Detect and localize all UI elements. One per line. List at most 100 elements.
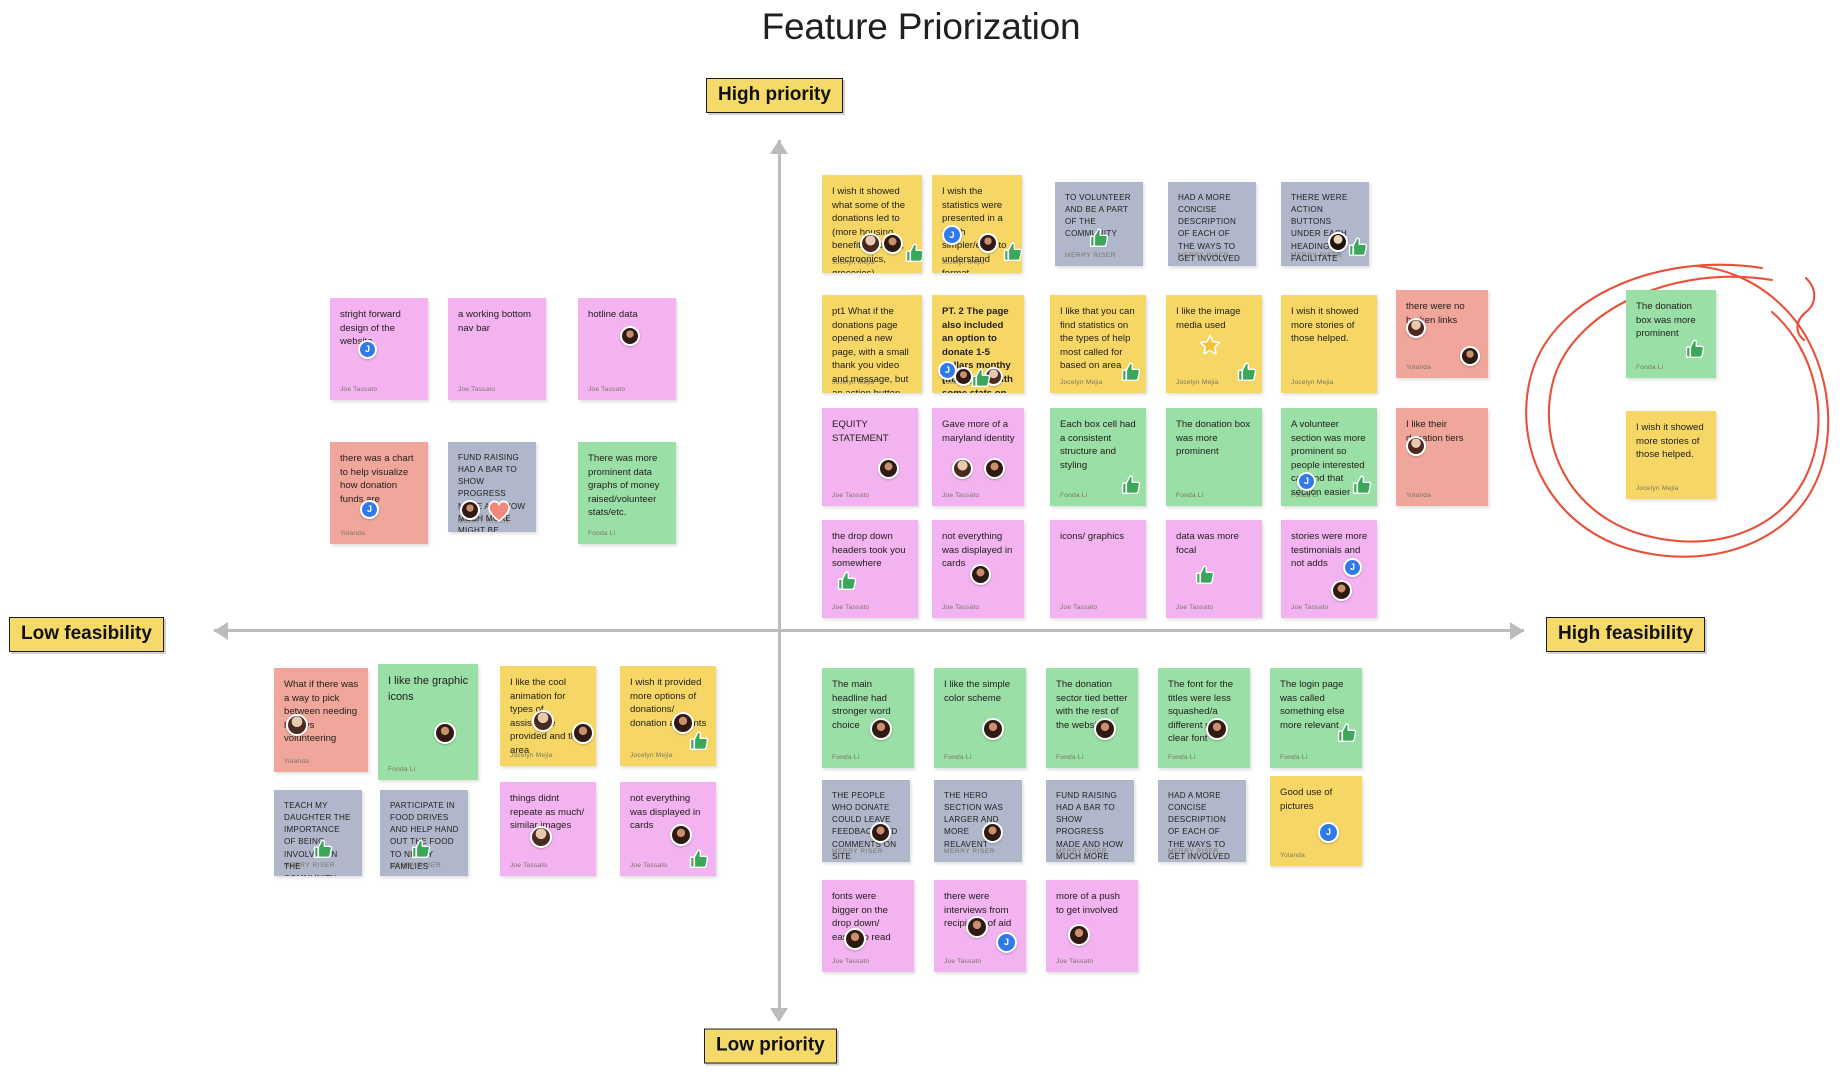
sticky-note[interactable]: THE PEOPLE WHO DONATE COULD LEAVE FEEDBA… bbox=[822, 780, 910, 862]
avatar[interactable] bbox=[1068, 924, 1090, 946]
avatar[interactable] bbox=[1328, 232, 1348, 252]
avatar[interactable]: J bbox=[1343, 558, 1362, 577]
sticky-note[interactable]: I like their donation tiers Yolanda bbox=[1396, 408, 1488, 506]
avatar[interactable] bbox=[460, 500, 480, 520]
axis-label-high-priority[interactable]: High priority bbox=[706, 78, 843, 113]
sticky-note[interactable]: not everything was displayed in cards Jo… bbox=[932, 520, 1024, 618]
avatar[interactable] bbox=[670, 824, 692, 846]
sticky-note[interactable]: data was more focal Joe Tassato bbox=[1166, 520, 1262, 618]
axis-label-low-priority[interactable]: Low priority bbox=[704, 1028, 837, 1064]
sticky-note[interactable]: The donation box was more prominent Fond… bbox=[1166, 408, 1262, 506]
thumbs-up-icon[interactable] bbox=[1120, 361, 1142, 383]
thumbs-up-icon[interactable] bbox=[1194, 564, 1216, 586]
avatar[interactable] bbox=[572, 722, 594, 744]
sticky-note[interactable]: A volunteer section was more prominent s… bbox=[1281, 408, 1377, 506]
thumbs-up-icon[interactable] bbox=[688, 848, 710, 870]
sticky-note[interactable]: What if there was a way to pick between … bbox=[274, 668, 368, 772]
sticky-note[interactable]: the drop down headers took you somewhere… bbox=[822, 520, 918, 618]
star-reaction-icon[interactable] bbox=[1198, 333, 1222, 357]
sticky-note[interactable]: TO VOLUNTEER AND BE A PART OF THE COMMUN… bbox=[1055, 182, 1143, 266]
avatar[interactable] bbox=[982, 822, 1003, 843]
thumbs-up-icon[interactable] bbox=[312, 838, 334, 860]
sticky-note[interactable]: I wish it showed what some of the donati… bbox=[822, 175, 922, 273]
thumbs-up-icon[interactable] bbox=[1684, 338, 1706, 360]
sticky-note[interactable]: HAD A MORE CONCISE DESCRIPTION OF EACH O… bbox=[1158, 780, 1246, 862]
thumbs-up-icon[interactable] bbox=[1236, 361, 1258, 383]
avatar[interactable] bbox=[952, 458, 973, 479]
sticky-note[interactable]: icons/ graphics Joe Tassato bbox=[1050, 520, 1146, 618]
sticky-note[interactable]: PT. 2 The page also included an option t… bbox=[932, 295, 1024, 393]
avatar[interactable] bbox=[1206, 718, 1228, 740]
sticky-note[interactable]: I like the cool animation for types of a… bbox=[500, 666, 596, 766]
sticky-note[interactable]: more of a push to get involved Joe Tassa… bbox=[1046, 880, 1138, 972]
sticky-note[interactable]: I wish it showed more stories of those h… bbox=[1281, 295, 1377, 393]
avatar[interactable]: J bbox=[1297, 472, 1316, 491]
avatar[interactable] bbox=[870, 718, 892, 740]
sticky-note[interactable]: There was more prominent data graphs of … bbox=[578, 442, 676, 544]
avatar[interactable] bbox=[532, 710, 554, 732]
avatar[interactable]: J bbox=[996, 932, 1017, 953]
sticky-note[interactable]: EQUITY STATEMENT Joe Tassato bbox=[822, 408, 918, 506]
avatar[interactable] bbox=[1094, 718, 1116, 740]
avatar[interactable] bbox=[530, 826, 552, 848]
sticky-note[interactable]: I wish it showed more stories of those h… bbox=[1626, 411, 1716, 499]
sticky-note[interactable]: TEACH MY DAUGHTER THE IMPORTANCE OF BEIN… bbox=[274, 790, 362, 876]
avatar[interactable] bbox=[982, 718, 1004, 740]
sticky-note[interactable]: I wish it provided more options of donat… bbox=[620, 666, 716, 766]
avatar[interactable]: J bbox=[358, 340, 377, 359]
avatar[interactable] bbox=[1331, 580, 1352, 601]
sticky-note[interactable]: things didnt repeate as much/ similar im… bbox=[500, 782, 596, 876]
avatar[interactable] bbox=[620, 326, 640, 346]
sticky-note[interactable]: I wish the statistics were presented in … bbox=[932, 175, 1022, 273]
sticky-note[interactable]: fonts were bigger on the drop down/ easi… bbox=[822, 880, 914, 972]
avatar[interactable] bbox=[978, 233, 998, 253]
thumbs-up-icon[interactable] bbox=[1347, 236, 1369, 258]
sticky-note[interactable]: stright forward design of the website J … bbox=[330, 298, 428, 400]
avatar[interactable] bbox=[844, 928, 866, 950]
sticky-note[interactable]: THE HERO SECTION WAS LARGER AND MORE REL… bbox=[934, 780, 1022, 862]
thumbs-up-icon[interactable] bbox=[1336, 722, 1358, 744]
sticky-note[interactable]: I like the image media used Jocelyn Meji… bbox=[1166, 295, 1262, 393]
sticky-note[interactable]: there were no broken links Yolanda bbox=[1396, 290, 1488, 378]
thumbs-up-icon[interactable] bbox=[688, 730, 710, 752]
thumbs-up-icon[interactable] bbox=[970, 367, 992, 389]
avatar[interactable] bbox=[286, 714, 308, 736]
sticky-note[interactable]: a working bottom nav bar Joe Tassato bbox=[448, 298, 546, 400]
sticky-note[interactable]: Good use of pictures J Yolanda bbox=[1270, 776, 1362, 866]
sticky-note[interactable]: The main headline had stronger word choi… bbox=[822, 668, 914, 768]
sticky-note[interactable]: FUND RAISING HAD A BAR TO SHOW PROGRESS … bbox=[448, 442, 536, 532]
sticky-note[interactable]: hotline data Joe Tassato bbox=[578, 298, 676, 400]
avatar[interactable]: J bbox=[360, 500, 379, 519]
sticky-note[interactable]: there were interviews from recipiants of… bbox=[934, 880, 1026, 972]
sticky-note[interactable]: pt1 What if the donations page opened a … bbox=[822, 295, 922, 393]
avatar[interactable]: J bbox=[942, 225, 962, 245]
thumbs-up-icon[interactable] bbox=[836, 570, 858, 592]
heart-reaction-icon[interactable] bbox=[486, 498, 512, 522]
sticky-note[interactable]: not everything was displayed in cards Jo… bbox=[620, 782, 716, 876]
sticky-note[interactable]: The donation sector tied better with the… bbox=[1046, 668, 1138, 768]
axis-label-low-feasibility[interactable]: Low feasibility bbox=[9, 617, 164, 652]
sticky-note[interactable]: I like the graphic icons Fonda Li bbox=[378, 664, 478, 780]
avatar[interactable]: J bbox=[1318, 822, 1339, 843]
avatar[interactable] bbox=[984, 458, 1005, 479]
avatar[interactable] bbox=[1406, 318, 1426, 338]
sticky-note[interactable]: PARTICIPATE IN FOOD DRIVES AND HELP HAND… bbox=[380, 790, 468, 876]
sticky-note[interactable]: THERE WERE ACTION BUTTONS UNDER EACH HEA… bbox=[1281, 182, 1369, 266]
avatar[interactable] bbox=[870, 822, 891, 843]
thumbs-up-icon[interactable] bbox=[1002, 241, 1022, 263]
thumbs-up-icon[interactable] bbox=[1351, 474, 1373, 496]
sticky-note[interactable]: I like the simple color scheme Fonda Li bbox=[934, 668, 1026, 768]
sticky-note[interactable]: The login page was called something else… bbox=[1270, 668, 1362, 768]
sticky-note[interactable]: FUND RAISING HAD A BAR TO SHOW PROGRESS … bbox=[1046, 780, 1134, 862]
sticky-note[interactable]: I like that you can find statistics on t… bbox=[1050, 295, 1146, 393]
avatar[interactable] bbox=[970, 564, 991, 585]
sticky-note[interactable]: Gave more of a maryland identity Joe Tas… bbox=[932, 408, 1024, 506]
axis-label-high-feasibility[interactable]: High feasibility bbox=[1546, 617, 1706, 652]
avatar[interactable] bbox=[434, 722, 456, 744]
sticky-note[interactable]: HAD A MORE CONCISE DESCRIPTION OF EACH O… bbox=[1168, 182, 1256, 266]
avatar[interactable] bbox=[882, 233, 903, 254]
avatar[interactable] bbox=[1406, 436, 1426, 456]
thumbs-up-icon[interactable] bbox=[1088, 227, 1110, 249]
thumbs-up-icon[interactable] bbox=[410, 838, 432, 860]
thumbs-up-icon[interactable] bbox=[1120, 474, 1142, 496]
